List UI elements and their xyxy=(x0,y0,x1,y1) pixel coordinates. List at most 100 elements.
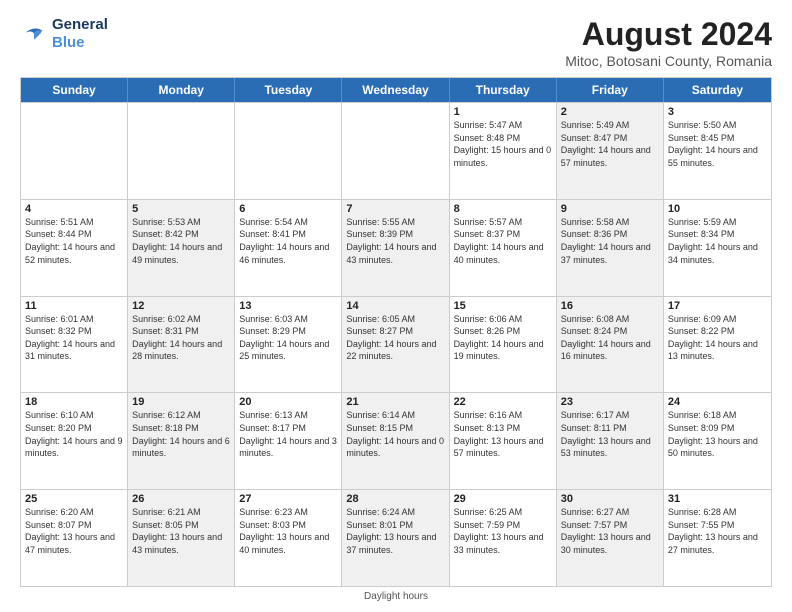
footer-note: Daylight hours xyxy=(20,587,772,602)
day-number: 21 xyxy=(346,396,444,408)
day-number: 2 xyxy=(561,106,659,118)
cal-cell-15: 15Sunrise: 6:06 AMSunset: 8:26 PMDayligh… xyxy=(450,297,557,393)
week-row-2: 11Sunrise: 6:01 AMSunset: 8:32 PMDayligh… xyxy=(21,296,771,393)
day-number: 9 xyxy=(561,203,659,215)
cal-cell-17: 17Sunrise: 6:09 AMSunset: 8:22 PMDayligh… xyxy=(664,297,771,393)
day-number: 23 xyxy=(561,396,659,408)
cal-cell-22: 22Sunrise: 6:16 AMSunset: 8:13 PMDayligh… xyxy=(450,393,557,489)
cal-cell-7: 7Sunrise: 5:55 AMSunset: 8:39 PMDaylight… xyxy=(342,200,449,296)
cal-cell-21: 21Sunrise: 6:14 AMSunset: 8:15 PMDayligh… xyxy=(342,393,449,489)
day-number: 7 xyxy=(346,203,444,215)
day-info: Sunrise: 5:54 AMSunset: 8:41 PMDaylight:… xyxy=(239,216,337,266)
day-info: Sunrise: 5:47 AMSunset: 8:48 PMDaylight:… xyxy=(454,119,552,169)
day-number: 26 xyxy=(132,493,230,505)
day-info: Sunrise: 6:24 AMSunset: 8:01 PMDaylight:… xyxy=(346,506,444,556)
logo-text: General Blue xyxy=(52,16,108,52)
day-info: Sunrise: 6:03 AMSunset: 8:29 PMDaylight:… xyxy=(239,313,337,363)
cal-cell-20: 20Sunrise: 6:13 AMSunset: 8:17 PMDayligh… xyxy=(235,393,342,489)
header-day-wednesday: Wednesday xyxy=(342,78,449,102)
day-number: 19 xyxy=(132,396,230,408)
cal-cell-31: 31Sunrise: 6:28 AMSunset: 7:55 PMDayligh… xyxy=(664,490,771,586)
cal-cell-18: 18Sunrise: 6:10 AMSunset: 8:20 PMDayligh… xyxy=(21,393,128,489)
day-info: Sunrise: 6:20 AMSunset: 8:07 PMDaylight:… xyxy=(25,506,123,556)
cal-cell-10: 10Sunrise: 5:59 AMSunset: 8:34 PMDayligh… xyxy=(664,200,771,296)
day-info: Sunrise: 6:08 AMSunset: 8:24 PMDaylight:… xyxy=(561,313,659,363)
day-number: 30 xyxy=(561,493,659,505)
week-row-0: 1Sunrise: 5:47 AMSunset: 8:48 PMDaylight… xyxy=(21,102,771,199)
header-day-thursday: Thursday xyxy=(450,78,557,102)
header-day-tuesday: Tuesday xyxy=(235,78,342,102)
day-number: 25 xyxy=(25,493,123,505)
day-number: 10 xyxy=(668,203,767,215)
header: General Blue August 2024 Mitoc, Botosani… xyxy=(20,16,772,69)
calendar: SundayMondayTuesdayWednesdayThursdayFrid… xyxy=(20,77,772,587)
day-info: Sunrise: 6:17 AMSunset: 8:11 PMDaylight:… xyxy=(561,409,659,459)
day-number: 3 xyxy=(668,106,767,118)
day-number: 11 xyxy=(25,300,123,312)
cal-cell-11: 11Sunrise: 6:01 AMSunset: 8:32 PMDayligh… xyxy=(21,297,128,393)
day-number: 20 xyxy=(239,396,337,408)
cal-cell-1: 1Sunrise: 5:47 AMSunset: 8:48 PMDaylight… xyxy=(450,103,557,199)
day-info: Sunrise: 5:55 AMSunset: 8:39 PMDaylight:… xyxy=(346,216,444,266)
day-info: Sunrise: 6:21 AMSunset: 8:05 PMDaylight:… xyxy=(132,506,230,556)
cal-cell-29: 29Sunrise: 6:25 AMSunset: 7:59 PMDayligh… xyxy=(450,490,557,586)
cal-cell-6: 6Sunrise: 5:54 AMSunset: 8:41 PMDaylight… xyxy=(235,200,342,296)
cal-cell-19: 19Sunrise: 6:12 AMSunset: 8:18 PMDayligh… xyxy=(128,393,235,489)
cal-cell-27: 27Sunrise: 6:23 AMSunset: 8:03 PMDayligh… xyxy=(235,490,342,586)
day-info: Sunrise: 6:09 AMSunset: 8:22 PMDaylight:… xyxy=(668,313,767,363)
cal-cell-26: 26Sunrise: 6:21 AMSunset: 8:05 PMDayligh… xyxy=(128,490,235,586)
day-number: 27 xyxy=(239,493,337,505)
day-info: Sunrise: 6:23 AMSunset: 8:03 PMDaylight:… xyxy=(239,506,337,556)
week-row-3: 18Sunrise: 6:10 AMSunset: 8:20 PMDayligh… xyxy=(21,392,771,489)
cal-cell-12: 12Sunrise: 6:02 AMSunset: 8:31 PMDayligh… xyxy=(128,297,235,393)
cal-cell-23: 23Sunrise: 6:17 AMSunset: 8:11 PMDayligh… xyxy=(557,393,664,489)
cal-cell-28: 28Sunrise: 6:24 AMSunset: 8:01 PMDayligh… xyxy=(342,490,449,586)
calendar-header: SundayMondayTuesdayWednesdayThursdayFrid… xyxy=(21,78,771,102)
day-number: 12 xyxy=(132,300,230,312)
logo: General Blue xyxy=(20,16,108,52)
day-number: 13 xyxy=(239,300,337,312)
day-number: 14 xyxy=(346,300,444,312)
week-row-1: 4Sunrise: 5:51 AMSunset: 8:44 PMDaylight… xyxy=(21,199,771,296)
logo-line2: Blue xyxy=(52,34,108,52)
cal-cell-empty-0-0 xyxy=(21,103,128,199)
cal-cell-5: 5Sunrise: 5:53 AMSunset: 8:42 PMDaylight… xyxy=(128,200,235,296)
day-number: 5 xyxy=(132,203,230,215)
cal-cell-4: 4Sunrise: 5:51 AMSunset: 8:44 PMDaylight… xyxy=(21,200,128,296)
cal-cell-9: 9Sunrise: 5:58 AMSunset: 8:36 PMDaylight… xyxy=(557,200,664,296)
day-info: Sunrise: 5:58 AMSunset: 8:36 PMDaylight:… xyxy=(561,216,659,266)
day-info: Sunrise: 6:16 AMSunset: 8:13 PMDaylight:… xyxy=(454,409,552,459)
day-number: 18 xyxy=(25,396,123,408)
header-day-friday: Friday xyxy=(557,78,664,102)
day-number: 8 xyxy=(454,203,552,215)
day-number: 31 xyxy=(668,493,767,505)
day-info: Sunrise: 6:28 AMSunset: 7:55 PMDaylight:… xyxy=(668,506,767,556)
day-number: 16 xyxy=(561,300,659,312)
cal-cell-empty-0-1 xyxy=(128,103,235,199)
main-title: August 2024 xyxy=(565,16,772,53)
cal-cell-30: 30Sunrise: 6:27 AMSunset: 7:57 PMDayligh… xyxy=(557,490,664,586)
cal-cell-24: 24Sunrise: 6:18 AMSunset: 8:09 PMDayligh… xyxy=(664,393,771,489)
header-day-saturday: Saturday xyxy=(664,78,771,102)
title-block: August 2024 Mitoc, Botosani County, Roma… xyxy=(565,16,772,69)
cal-cell-2: 2Sunrise: 5:49 AMSunset: 8:47 PMDaylight… xyxy=(557,103,664,199)
page: General Blue August 2024 Mitoc, Botosani… xyxy=(0,0,792,612)
day-info: Sunrise: 5:50 AMSunset: 8:45 PMDaylight:… xyxy=(668,119,767,169)
day-info: Sunrise: 6:01 AMSunset: 8:32 PMDaylight:… xyxy=(25,313,123,363)
cal-cell-16: 16Sunrise: 6:08 AMSunset: 8:24 PMDayligh… xyxy=(557,297,664,393)
calendar-body: 1Sunrise: 5:47 AMSunset: 8:48 PMDaylight… xyxy=(21,102,771,586)
day-number: 29 xyxy=(454,493,552,505)
cal-cell-empty-0-3 xyxy=(342,103,449,199)
day-info: Sunrise: 6:06 AMSunset: 8:26 PMDaylight:… xyxy=(454,313,552,363)
day-info: Sunrise: 6:25 AMSunset: 7:59 PMDaylight:… xyxy=(454,506,552,556)
logo-line1: General xyxy=(52,16,108,34)
header-day-sunday: Sunday xyxy=(21,78,128,102)
week-row-4: 25Sunrise: 6:20 AMSunset: 8:07 PMDayligh… xyxy=(21,489,771,586)
day-info: Sunrise: 5:59 AMSunset: 8:34 PMDaylight:… xyxy=(668,216,767,266)
day-number: 15 xyxy=(454,300,552,312)
day-number: 4 xyxy=(25,203,123,215)
day-info: Sunrise: 6:18 AMSunset: 8:09 PMDaylight:… xyxy=(668,409,767,459)
cal-cell-25: 25Sunrise: 6:20 AMSunset: 8:07 PMDayligh… xyxy=(21,490,128,586)
day-info: Sunrise: 6:02 AMSunset: 8:31 PMDaylight:… xyxy=(132,313,230,363)
day-info: Sunrise: 5:53 AMSunset: 8:42 PMDaylight:… xyxy=(132,216,230,266)
